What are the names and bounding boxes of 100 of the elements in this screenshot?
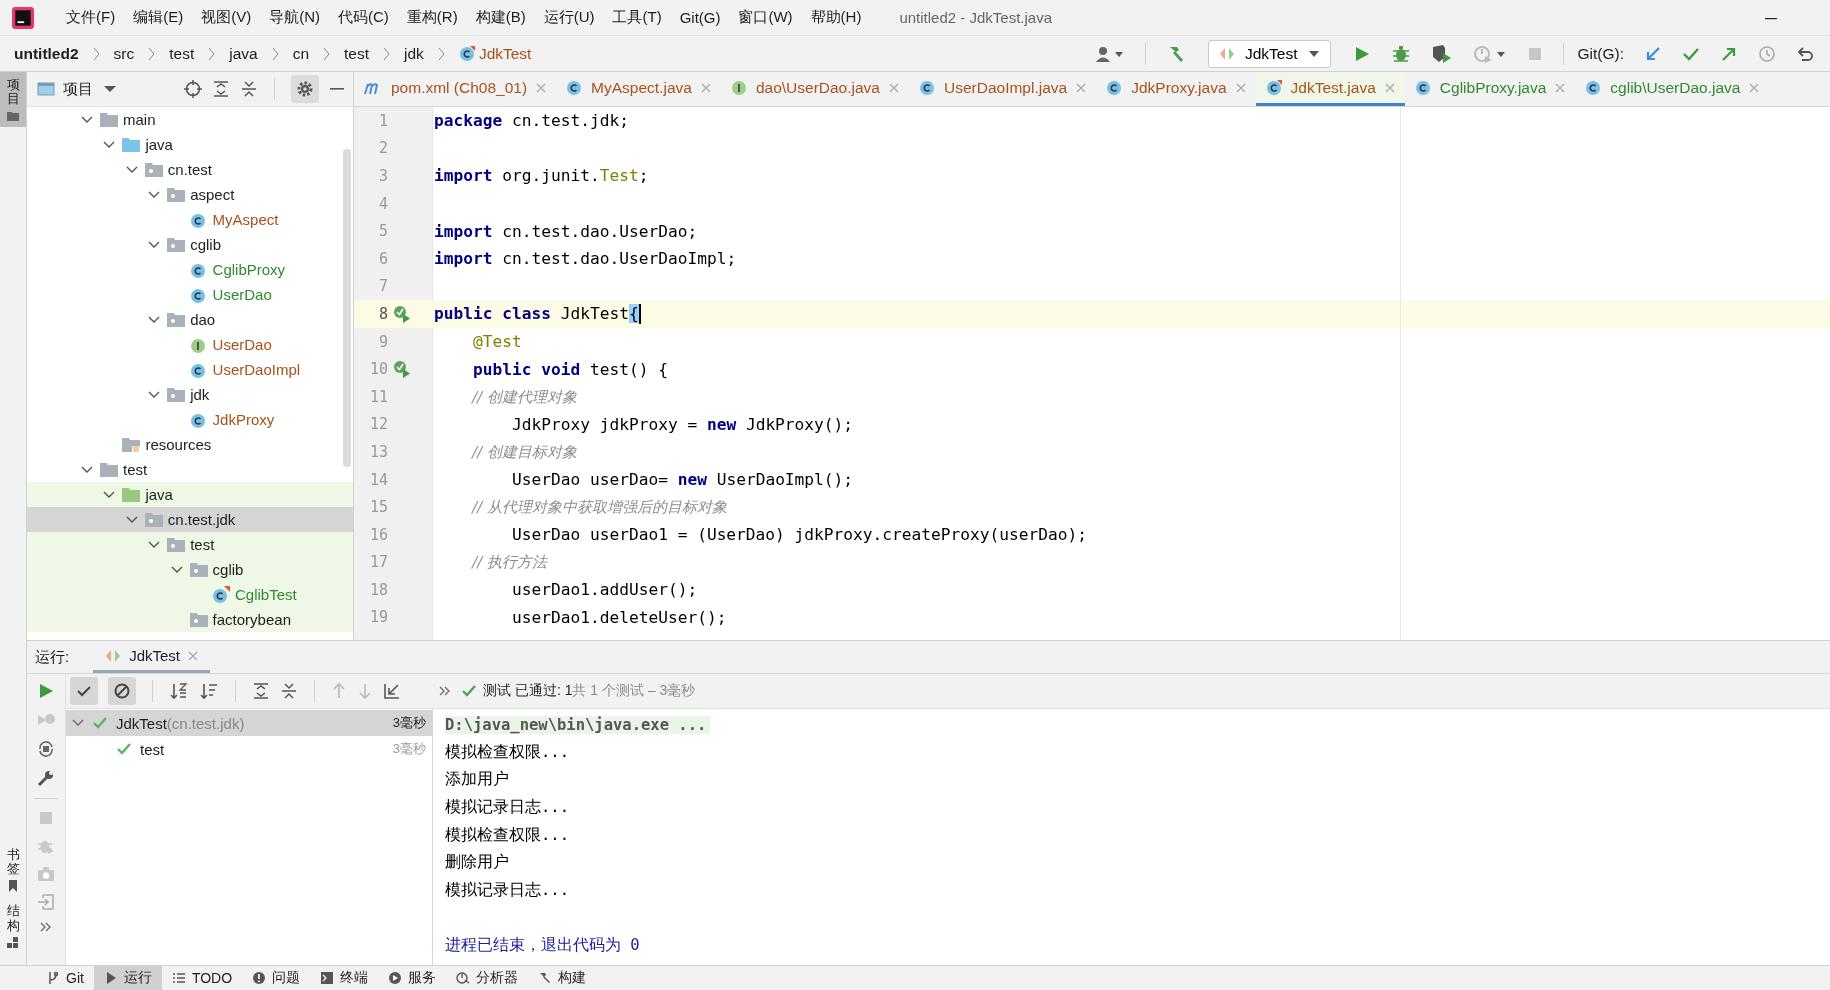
tree-item[interactable]: MyAspect <box>27 207 353 232</box>
sort-duration-icon[interactable] <box>199 682 219 700</box>
editor-tab[interactable]: UserDaoImpl.java <box>909 72 1097 106</box>
tree-item[interactable]: cn.test.jdk <box>27 507 353 532</box>
chevron-icon[interactable] <box>103 490 116 499</box>
run-gutter-icon[interactable] <box>393 304 411 323</box>
chevron-icon[interactable] <box>125 515 138 524</box>
update-arrow-icon[interactable] <box>1644 44 1662 63</box>
breadcrumb[interactable]: untitled2 <box>14 44 79 63</box>
locate-icon[interactable] <box>184 80 202 98</box>
chevron-icon[interactable] <box>81 115 93 124</box>
chevron-icon[interactable] <box>148 190 161 199</box>
editor-tab[interactable]: cglib\UserDao.java <box>1575 72 1770 106</box>
chevron-icon[interactable] <box>170 565 183 574</box>
menu-item[interactable]: Git(G) <box>671 9 729 26</box>
menu-item[interactable]: 编辑(E) <box>125 8 192 27</box>
menu-item[interactable]: 重构(R) <box>398 8 466 27</box>
menu-item[interactable]: 代码(C) <box>330 8 397 27</box>
tree-item[interactable]: UserDao <box>27 282 353 307</box>
tree-item[interactable]: factorybean <box>27 607 353 632</box>
menu-item[interactable]: 视图(V) <box>193 8 260 27</box>
scrollbar[interactable] <box>343 149 351 467</box>
tool-window-button[interactable]: Git <box>36 966 94 990</box>
tree-item[interactable]: CglibProxy <box>27 257 353 282</box>
editor-tab[interactable]: pom.xml (Ch08_01) <box>354 72 557 106</box>
settings-button[interactable] <box>291 75 319 103</box>
side-tab[interactable]: 书签 <box>0 841 26 899</box>
chevron-icon[interactable] <box>148 240 161 249</box>
tree-item[interactable]: resources <box>27 432 353 457</box>
chevron-icon[interactable] <box>72 719 84 727</box>
chevron-icon[interactable] <box>103 140 116 149</box>
breadcrumb[interactable]: src <box>113 44 135 63</box>
chevron-icon[interactable] <box>148 540 161 549</box>
user-icon[interactable] <box>1094 44 1125 63</box>
breadcrumb[interactable]: test <box>344 44 370 63</box>
tool-window-button[interactable]: 运行 <box>93 966 162 990</box>
tree-item[interactable]: cglib <box>27 557 353 582</box>
test-tree-item[interactable]: test 3毫秒 <box>66 736 432 762</box>
tool-window-button[interactable]: 分析器 <box>446 966 529 990</box>
debug-icon[interactable] <box>1390 43 1411 64</box>
chevron-icon[interactable] <box>148 390 161 399</box>
tree-item[interactable]: aspect <box>27 182 353 207</box>
chevron-icon[interactable] <box>81 465 93 474</box>
tree-item[interactable]: CglibTest <box>27 582 353 607</box>
run-config-dropdown[interactable]: JdkTest <box>1207 39 1331 68</box>
tree-item[interactable]: UserDaoImpl <box>27 357 353 382</box>
tree-item[interactable]: cglib <box>27 232 353 257</box>
show-ignored-button[interactable] <box>108 677 136 705</box>
expand-all-icon[interactable] <box>252 682 270 700</box>
editor-tab[interactable]: CglibProxy.java <box>1404 72 1576 106</box>
breadcrumb[interactable]: JdkTest <box>478 44 532 63</box>
run-icon[interactable] <box>37 682 55 700</box>
tool-window-button[interactable]: 终端 <box>310 966 379 990</box>
test-tree-item[interactable]: JdkTest(cn.test.jdk) 3毫秒 <box>66 710 432 736</box>
breadcrumb[interactable]: java <box>229 44 258 63</box>
collapse-all-icon[interactable] <box>280 682 298 700</box>
tree-item[interactable]: java <box>27 132 353 157</box>
caret-icon[interactable] <box>103 84 117 94</box>
tree-item[interactable]: test <box>27 532 353 557</box>
tree-item[interactable]: dao <box>27 307 353 332</box>
panel-title[interactable]: 项目 <box>63 79 93 99</box>
tool-window-button[interactable]: 构建 <box>528 966 597 990</box>
menu-item[interactable]: 导航(N) <box>261 8 328 27</box>
expand-all-icon[interactable] <box>212 80 230 98</box>
tool-window-button[interactable]: 服务 <box>378 966 447 990</box>
breadcrumb[interactable]: jdk <box>404 44 424 63</box>
auto-rerun-icon[interactable] <box>37 740 55 758</box>
tree-item[interactable]: UserDao <box>27 332 353 357</box>
editor-tab[interactable]: MyAspect.java <box>556 72 721 106</box>
side-tab[interactable]: 项目 <box>0 72 26 127</box>
menu-item[interactable]: 运行(U) <box>535 8 603 27</box>
undo-icon[interactable] <box>1796 44 1814 63</box>
run-gutter-icon[interactable] <box>393 360 411 379</box>
editor-tab[interactable]: dao\UserDao.java <box>720 72 909 106</box>
breadcrumb[interactable]: test <box>169 44 195 63</box>
wrench-icon[interactable] <box>37 769 55 787</box>
menu-item[interactable]: 构建(B) <box>467 8 534 27</box>
coverage-icon[interactable] <box>1430 43 1453 64</box>
more-icon[interactable] <box>439 686 451 696</box>
collapse-all-icon[interactable] <box>240 80 258 98</box>
profiler-icon[interactable] <box>1472 43 1507 64</box>
editor-tab[interactable]: JdkTest.java <box>1255 72 1405 106</box>
show-passed-button[interactable] <box>70 677 98 705</box>
menu-item[interactable]: 工具(T) <box>604 8 670 27</box>
tree-item[interactable]: java <box>27 482 353 507</box>
more-icon[interactable] <box>40 922 52 932</box>
chevron-icon[interactable] <box>148 315 161 324</box>
menu-item[interactable]: 帮助(H) <box>802 8 870 27</box>
tree-item[interactable]: JdkProxy <box>27 407 353 432</box>
breadcrumb[interactable]: cn <box>292 44 310 63</box>
sort-alpha-icon[interactable] <box>169 682 189 700</box>
tool-window-button[interactable]: TODO <box>161 966 243 990</box>
tree-item[interactable]: jdk <box>27 382 353 407</box>
import-icon[interactable] <box>383 682 401 700</box>
side-tab[interactable]: 结构 <box>0 898 26 955</box>
tool-window-button[interactable]: 问题 <box>242 966 311 990</box>
menu-item[interactable]: 文件(F) <box>58 8 124 27</box>
chevron-icon[interactable] <box>125 165 138 174</box>
menu-item[interactable]: 窗口(W) <box>730 8 801 27</box>
tree-item[interactable]: main <box>27 107 353 132</box>
